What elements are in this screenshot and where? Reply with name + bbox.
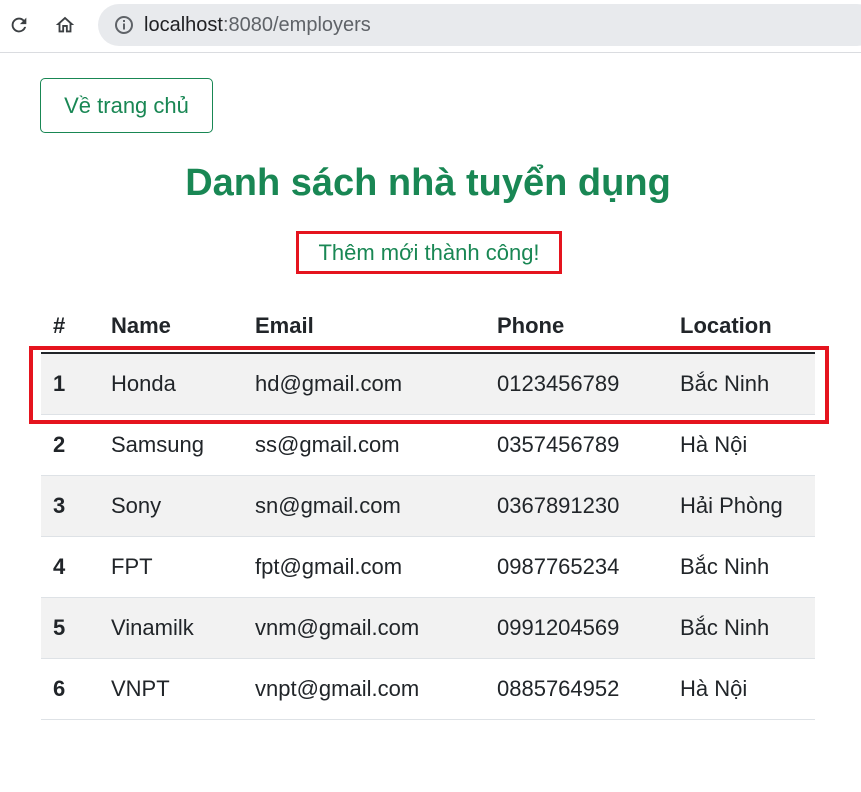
url-host: localhost	[144, 13, 223, 36]
cell-email: vnpt@gmail.com	[243, 658, 485, 720]
table-header-row: # Name Email Phone Location	[41, 300, 815, 354]
cell-phone: 0987765234	[485, 536, 668, 598]
cell-index: 2	[41, 414, 99, 476]
success-message: Thêm mới thành công!	[296, 231, 562, 274]
cell-location: Bắc Ninh	[668, 353, 815, 415]
cell-email: fpt@gmail.com	[243, 536, 485, 598]
cell-index: 1	[41, 353, 99, 415]
cell-phone: 0367891230	[485, 475, 668, 537]
cell-email: vnm@gmail.com	[243, 597, 485, 659]
cell-location: Hải Phòng	[668, 475, 815, 537]
cell-name: FPT	[99, 536, 243, 598]
url-text[interactable]: localhost:8080/employers	[144, 14, 371, 37]
table-row: 5 Vinamilk vnm@gmail.com 0991204569 Bắc …	[41, 597, 815, 659]
cell-location: Bắc Ninh	[668, 536, 815, 598]
cell-name: Honda	[99, 353, 243, 415]
home-button[interactable]: Về trang chủ	[40, 78, 213, 133]
info-icon[interactable]	[114, 15, 134, 35]
employers-table: # Name Email Phone Location 1 Honda hd@g…	[41, 300, 815, 720]
cell-email: hd@gmail.com	[243, 353, 485, 415]
page-title: Danh sách nhà tuyển dụng	[185, 162, 671, 204]
home-icon[interactable]	[50, 10, 80, 40]
cell-email: ss@gmail.com	[243, 414, 485, 476]
cell-index: 6	[41, 658, 99, 720]
cell-phone: 0357456789	[485, 414, 668, 476]
cell-phone: 0991204569	[485, 597, 668, 659]
table-row: 6 VNPT vnpt@gmail.com 0885764952 Hà Nội	[41, 658, 815, 720]
cell-location: Bắc Ninh	[668, 597, 815, 659]
cell-location: Hà Nội	[668, 414, 815, 476]
address-bar[interactable]: localhost:8080/employers	[98, 4, 861, 46]
header-index: #	[41, 300, 99, 354]
table-row: 1 Honda hd@gmail.com 0123456789 Bắc Ninh	[41, 353, 815, 415]
header-email: Email	[243, 300, 485, 354]
header-name: Name	[99, 300, 243, 354]
cell-name: Vinamilk	[99, 597, 243, 659]
cell-email: sn@gmail.com	[243, 475, 485, 537]
header-phone: Phone	[485, 300, 668, 354]
table-row: 2 Samsung ss@gmail.com 0357456789 Hà Nội	[41, 414, 815, 476]
cell-phone: 0123456789	[485, 353, 668, 415]
url-path: :8080/employers	[222, 13, 371, 36]
reload-icon[interactable]	[4, 10, 34, 40]
cell-name: Samsung	[99, 414, 243, 476]
browser-toolbar: localhost:8080/employers	[0, 0, 861, 53]
cell-index: 3	[41, 475, 99, 537]
cell-index: 5	[41, 597, 99, 659]
header-location: Location	[668, 300, 815, 354]
employers-table-container: # Name Email Phone Location 1 Honda hd@g…	[41, 300, 815, 720]
cell-location: Hà Nội	[668, 658, 815, 720]
cell-phone: 0885764952	[485, 658, 668, 720]
cell-index: 4	[41, 536, 99, 598]
table-row: 3 Sony sn@gmail.com 0367891230 Hải Phòng	[41, 475, 815, 537]
cell-name: Sony	[99, 475, 243, 537]
table-row: 4 FPT fpt@gmail.com 0987765234 Bắc Ninh	[41, 536, 815, 598]
cell-name: VNPT	[99, 658, 243, 720]
